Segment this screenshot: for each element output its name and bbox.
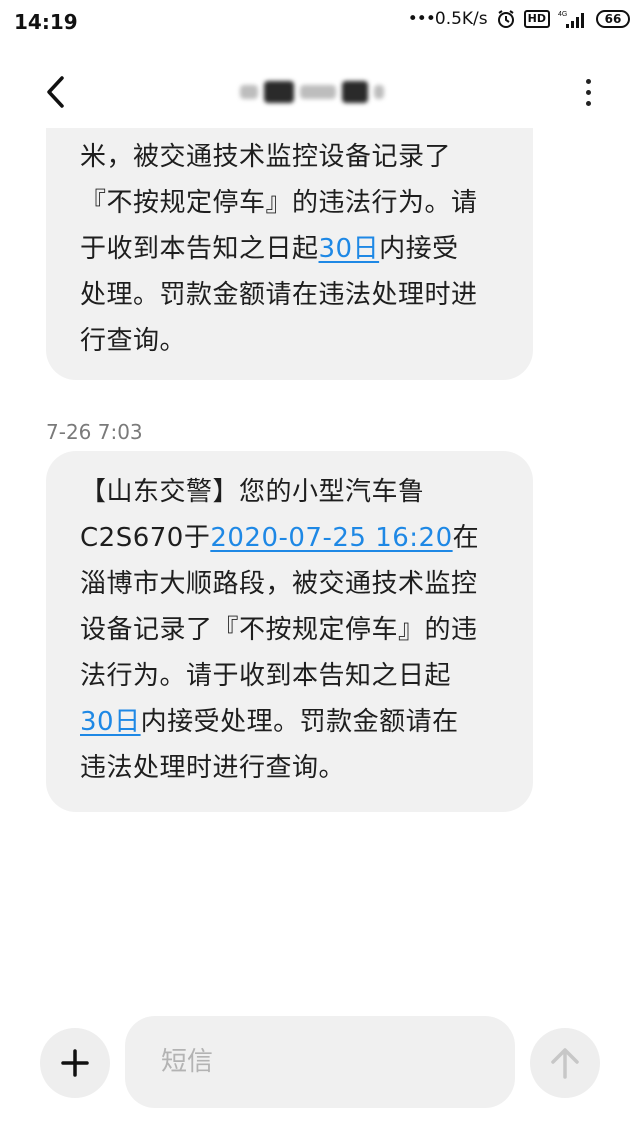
message-line: 违法处理时进行查询。 (80, 753, 346, 783)
add-attachment-button[interactable] (40, 1028, 110, 1098)
arrow-up-icon (551, 1048, 579, 1079)
hd-icon: HD (523, 10, 550, 28)
message-bubble[interactable]: 【山东交警】您的小型汽车鲁 C2S670于2020-07-25 16:20在 淄… (46, 451, 533, 812)
date-link[interactable]: 30日 (319, 234, 380, 264)
signal-icon: 4G (558, 9, 588, 29)
back-button[interactable] (36, 70, 76, 114)
message-input[interactable] (159, 1046, 515, 1078)
status-time: 14:19 (14, 10, 78, 34)
conversation-header (0, 60, 640, 124)
datetime-link[interactable]: 2020-07-25 16:20 (210, 523, 452, 553)
network-speed: •••0.5K/s (407, 9, 488, 29)
message-line: 法行为。请于收到本告知之日起 (80, 661, 452, 691)
network-type: 4G (558, 11, 567, 18)
message-input-box[interactable] (125, 1016, 515, 1108)
battery-icon: 66 (596, 10, 630, 28)
more-options-button[interactable] (576, 72, 600, 112)
battery-level: 66 (604, 12, 622, 26)
plus-icon (61, 1049, 89, 1077)
message-line: 行查询。 (80, 326, 187, 356)
contact-name-redacted (240, 76, 400, 108)
status-indicators: •••0.5K/s HD 4G 66 (408, 9, 630, 29)
message-line: 30日内接受处理。罚款金额请在 (80, 707, 459, 737)
message-line: 于收到本告知之日起30日内接受 (80, 234, 459, 264)
message-timestamp: 7-26 7:03 (46, 420, 143, 444)
send-button[interactable] (530, 1028, 600, 1098)
message-line: 米，被交通技术监控设备记录了 (80, 142, 452, 172)
message-line: 处理。罚款金额请在违法处理时进 (80, 280, 478, 310)
message-line: 『不按规定停车』的违法行为。请 (80, 188, 478, 218)
alarm-icon (496, 9, 516, 29)
message-bubble[interactable]: 米，被交通技术监控设备记录了 『不按规定停车』的违法行为。请 于收到本告知之日起… (46, 128, 533, 380)
chevron-left-icon (47, 76, 64, 108)
message-line: 【山东交警】您的小型汽车鲁 (80, 477, 425, 507)
date-link[interactable]: 30日 (80, 707, 141, 737)
more-vertical-icon (585, 78, 591, 84)
message-line: 淄博市大顺路段，被交通技术监控 (80, 569, 478, 599)
status-bar: 14:19 •••0.5K/s HD 4G 66 (0, 0, 640, 44)
message-line: 设备记录了『不按规定停车』的违 (80, 615, 478, 645)
message-line: C2S670于2020-07-25 16:20在 (80, 523, 480, 553)
message-composer (0, 1014, 640, 1110)
